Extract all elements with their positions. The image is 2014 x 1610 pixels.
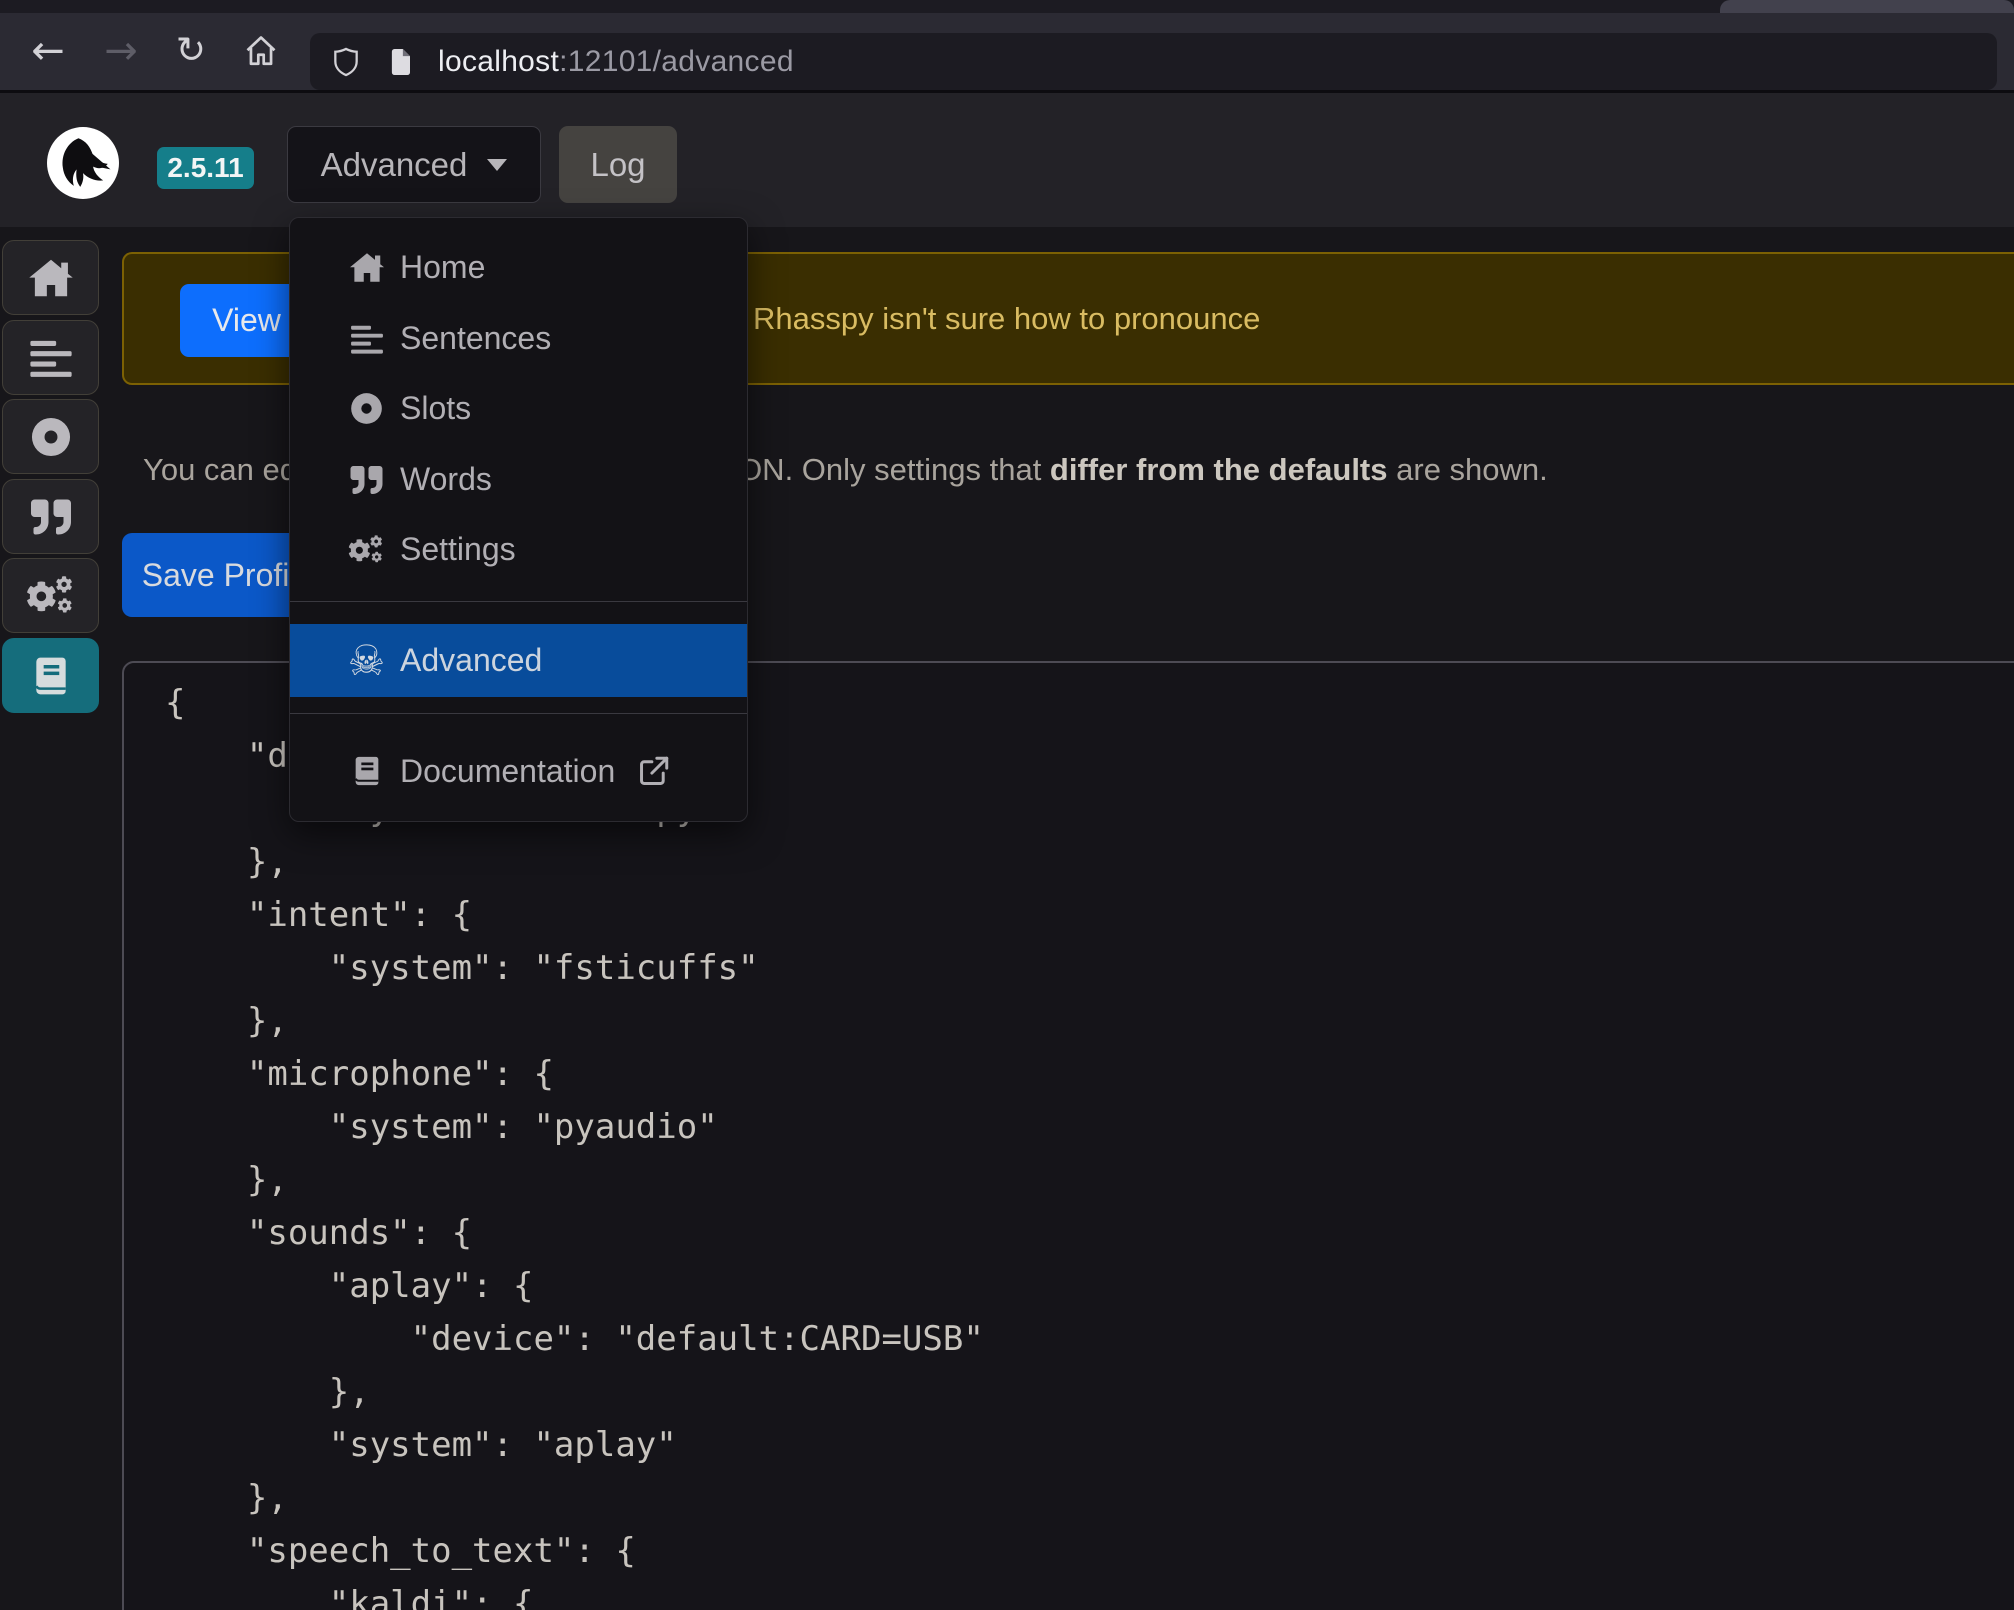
sidebar-item-home[interactable] xyxy=(2,240,99,315)
skull-crossbones-icon: ☠ xyxy=(348,642,385,679)
words-icon xyxy=(348,461,385,498)
page-dropdown-button[interactable]: Advanced xyxy=(287,126,541,203)
slots-icon xyxy=(348,390,385,427)
nav-dropdown-menu: Home Sentences Slots Words Settings ☠ Ad… xyxy=(289,217,748,822)
sidebar-item-advanced[interactable] xyxy=(2,638,99,713)
book-icon xyxy=(348,753,385,790)
chevron-down-icon xyxy=(487,159,507,171)
menu-item-settings[interactable]: Settings xyxy=(290,514,747,585)
menu-item-label: Advanced xyxy=(400,642,542,679)
home-icon xyxy=(348,249,385,286)
reload-button[interactable]: ↻ xyxy=(176,33,206,69)
menu-item-documentation[interactable]: Documentation xyxy=(290,735,747,807)
url-bar[interactable]: localhost:12101/advanced xyxy=(310,33,1997,90)
raven-icon xyxy=(50,130,116,196)
menu-item-words[interactable]: Words xyxy=(290,444,747,515)
page-dropdown-label: Advanced xyxy=(321,146,468,184)
log-tab-label: Log xyxy=(590,146,645,184)
code-line: "intent": { xyxy=(165,889,2014,942)
intro-text-end: are shown. xyxy=(1388,452,1548,487)
book-icon xyxy=(29,654,73,698)
code-line: }, xyxy=(165,1366,2014,1419)
shield-icon[interactable] xyxy=(330,46,362,78)
sidebar-item-settings[interactable] xyxy=(2,558,99,633)
words-icon xyxy=(29,497,73,537)
code-line: "system": "aplay" xyxy=(165,1419,2014,1472)
browser-active-tab[interactable] xyxy=(1720,0,2014,13)
sidebar-item-slots[interactable] xyxy=(2,399,99,474)
sentences-icon xyxy=(29,336,73,380)
menu-divider xyxy=(290,601,747,602)
sidebar-item-words[interactable] xyxy=(2,479,99,554)
settings-icon xyxy=(348,531,385,568)
home-button[interactable] xyxy=(243,33,279,69)
code-line: "aplay": { xyxy=(165,1260,2014,1313)
menu-divider xyxy=(290,713,747,714)
log-tab[interactable]: Log xyxy=(559,126,677,203)
sidebar-item-sentences[interactable] xyxy=(2,320,99,395)
menu-item-label: Words xyxy=(400,461,492,498)
home-icon xyxy=(28,257,74,299)
rhasspy-logo xyxy=(47,127,119,199)
url-text: localhost:12101/advanced xyxy=(438,45,794,79)
forward-button[interactable]: → xyxy=(104,31,138,71)
url-host: localhost xyxy=(438,45,559,78)
menu-item-home[interactable]: Home xyxy=(290,232,747,303)
code-line: "device": "default:CARD=USB" xyxy=(165,1313,2014,1366)
code-line: }, xyxy=(165,1154,2014,1207)
menu-item-sentences[interactable]: Sentences xyxy=(290,303,747,374)
back-button[interactable]: ← xyxy=(31,31,65,71)
browser-tab-strip xyxy=(0,0,2014,13)
code-line: "kaldi": { xyxy=(165,1578,2014,1610)
slots-icon xyxy=(28,414,74,460)
code-line: "speech_to_text": { xyxy=(165,1525,2014,1578)
menu-item-label: Slots xyxy=(400,390,471,427)
settings-icon xyxy=(26,576,76,616)
code-line: "system": "pyaudio" xyxy=(165,1101,2014,1154)
warning-message: Rhasspy isn't sure how to pronounce xyxy=(753,301,1260,337)
intro-text-bold: differ from the defaults xyxy=(1050,452,1388,487)
code-line: }, xyxy=(165,995,2014,1048)
code-line: "microphone": { xyxy=(165,1048,2014,1101)
app-header: 2.5.11 Advanced Log xyxy=(0,93,2014,227)
menu-item-slots[interactable]: Slots xyxy=(290,373,747,444)
menu-item-label: Settings xyxy=(400,531,516,568)
menu-item-label: Home xyxy=(400,249,485,286)
version-badge: 2.5.11 xyxy=(157,147,254,189)
code-line: "system": "fsticuffs" xyxy=(165,942,2014,995)
code-line: }, xyxy=(165,836,2014,889)
external-link-icon xyxy=(637,754,671,788)
url-path: :12101/advanced xyxy=(559,45,794,78)
sentences-icon xyxy=(348,320,385,357)
screen: ← → ↻ localhost:12101/advanced 2.5.11 Ad… xyxy=(0,0,2014,1610)
browser-toolbar: ← → ↻ localhost:12101/advanced xyxy=(0,13,2014,90)
page-icon[interactable] xyxy=(386,47,416,77)
code-line: "sounds": { xyxy=(165,1207,2014,1260)
menu-item-label: Sentences xyxy=(400,320,551,357)
menu-item-label: Documentation xyxy=(400,753,615,790)
menu-item-advanced[interactable]: ☠ Advanced xyxy=(290,624,747,697)
code-line: }, xyxy=(165,1472,2014,1525)
